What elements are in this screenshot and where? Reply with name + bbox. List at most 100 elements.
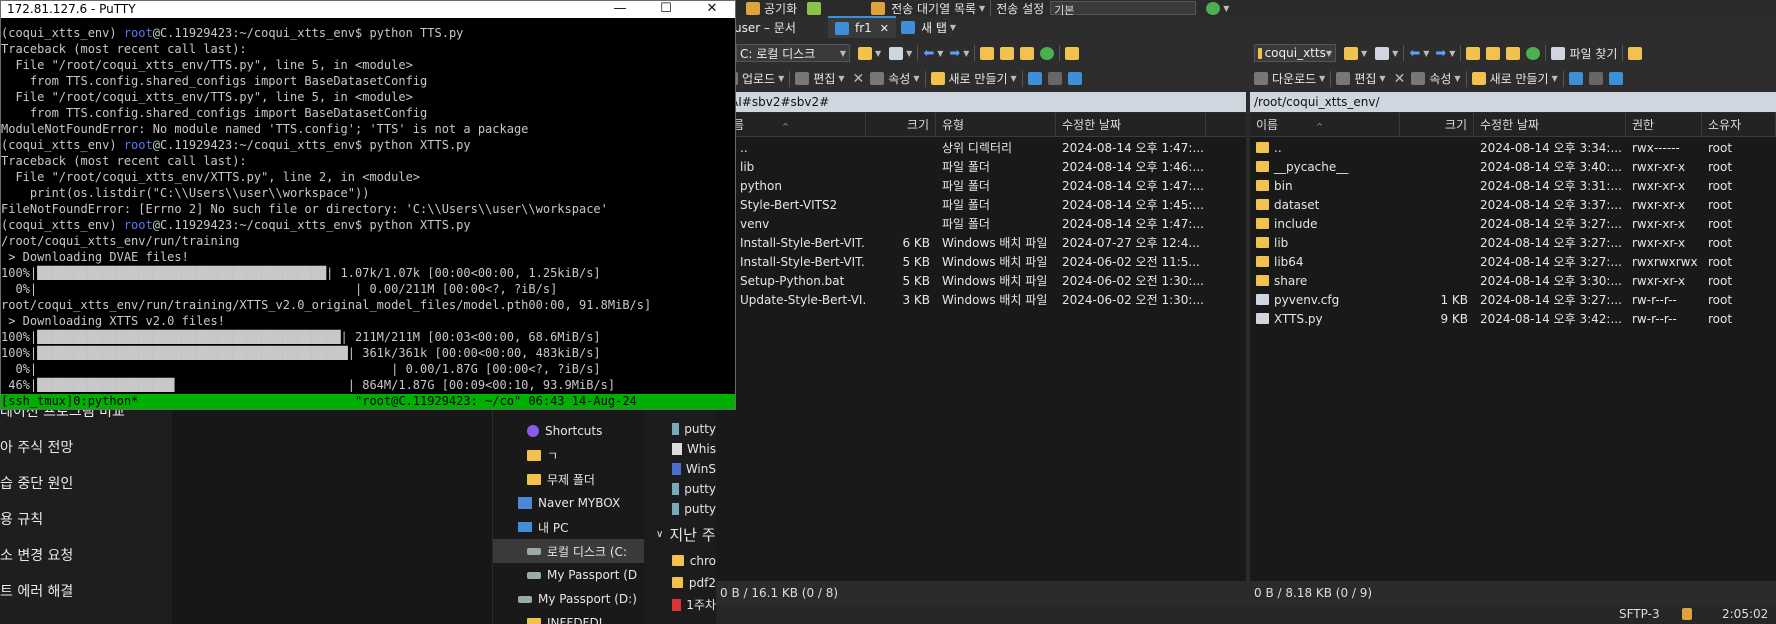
find-files-button[interactable]: 파일 찾기 (1569, 45, 1617, 62)
file-row[interactable]: .. 상위 디렉터리 2024-08-14 오후 1:47:... (716, 139, 1206, 158)
file-row[interactable]: python 파일 폴더 2024-08-14 오후 1:47:... (716, 177, 1206, 196)
new-button[interactable]: 새로 만들기 (949, 70, 1008, 87)
minus-icon[interactable] (1588, 72, 1603, 85)
chat-item[interactable]: 용 규칙 (0, 509, 43, 529)
tree-item-folder[interactable]: 무제 폴더 (493, 467, 645, 491)
delete-icon[interactable]: ✕ (853, 71, 865, 87)
file-item[interactable]: 1주차 (644, 595, 716, 614)
chat-item[interactable]: 소 변경 요청 (0, 545, 73, 565)
close-button[interactable]: ✕ (689, 1, 735, 18)
close-icon[interactable]: ✕ (880, 22, 889, 35)
file-row[interactable]: Install-Style-Bert-VIT... 5 KB Windows 배치 … (716, 253, 1206, 272)
file-row[interactable]: Update-Style-Bert-VI... 3 KB Windows 배치 파일… (716, 291, 1206, 310)
queue-icon[interactable] (871, 1, 886, 15)
local-path-bar[interactable]: #AI#sbv2#sbv2# (716, 92, 1246, 112)
group-header[interactable]: ∨ 지난 주 (644, 522, 716, 546)
root-dir-icon[interactable] (1486, 46, 1501, 60)
download-icon[interactable] (1254, 72, 1268, 85)
globe-icon[interactable] (1206, 1, 1221, 15)
sync-browse-icon[interactable] (1065, 46, 1080, 60)
tree-item-this-pc[interactable]: 내 PC (493, 515, 645, 539)
transfer-settings-select[interactable]: 기본 (1050, 1, 1197, 16)
column-owner[interactable]: 소유자 (1702, 113, 1776, 137)
file-row[interactable]: Setup-Python.bat 5 KB Windows 배치 파일 2024-06… (716, 272, 1206, 291)
file-row[interactable]: pyvenv.cfg 1 KB 2024-08-14 오후 3:27:... rw-r… (1250, 291, 1776, 310)
download-button[interactable]: 다운로드 (1272, 70, 1316, 87)
remote-dir-select[interactable]: coqui_xtts ▼ (1254, 44, 1336, 62)
file-row[interactable]: Style-Bert-VITS2 파일 폴더 2024-08-14 오후 1:45:… (716, 196, 1206, 215)
back-icon[interactable]: ⬅ (1409, 46, 1420, 61)
properties-icon[interactable] (1411, 72, 1426, 85)
check-icon[interactable] (1608, 72, 1623, 85)
properties-button[interactable]: 속성 (888, 70, 910, 87)
file-row[interactable]: bin 2024-08-14 오후 3:31:... rwxr-xr-x root (1250, 177, 1776, 196)
file-item[interactable]: putty (644, 499, 716, 518)
column-size[interactable]: 크기 (1400, 113, 1474, 137)
open-folder-icon[interactable] (1344, 46, 1358, 60)
column-modified[interactable]: 수정한 날짜 (1474, 113, 1626, 137)
add-icon[interactable] (1568, 72, 1583, 85)
sync-label[interactable]: 공기화 (764, 0, 797, 16)
parent-dir-icon[interactable] (980, 46, 995, 60)
tab-fr1[interactable]: fr1 ✕ (828, 16, 897, 38)
filter-icon[interactable] (889, 46, 904, 60)
file-row[interactable]: include 2024-08-14 오후 3:27:... rwxr-xr-x ro… (1250, 215, 1776, 234)
file-item[interactable]: putty (644, 479, 716, 498)
chat-item[interactable]: 아 주식 전망 (0, 437, 73, 457)
file-row[interactable]: .. 2024-08-14 오후 3:34:... rwx------ root (1250, 139, 1776, 158)
file-row[interactable]: __pycache__ 2024-08-14 오후 3:40:... rwxr-xr… (1250, 158, 1776, 177)
add-icon[interactable] (1027, 72, 1042, 85)
local-drive-select[interactable]: C: 로컬 디스크 ▼ (736, 44, 850, 62)
file-item[interactable]: putty (644, 419, 716, 438)
tree-item-shortcuts[interactable]: Shortcuts (493, 419, 645, 443)
transfer-queue-label[interactable]: 전송 대기열 목록 (891, 0, 976, 16)
maximize-button[interactable]: ☐ (643, 1, 689, 18)
delete-icon[interactable]: ✕ (1394, 71, 1406, 87)
chat-item[interactable]: 습 중단 원인 (0, 473, 73, 493)
file-row[interactable]: lib 2024-08-14 오후 3:27:... rwxr-xr-x root (1250, 234, 1776, 253)
tree-item-local-disk[interactable]: 로컬 디스크 (C: (493, 539, 645, 563)
edit-icon[interactable] (1336, 72, 1351, 85)
tree-item-folder[interactable]: ㄱ (493, 443, 645, 467)
tab-new[interactable]: 새 탭 ▼ (894, 16, 963, 38)
edit-icon[interactable] (795, 72, 810, 85)
tree-item-folder[interactable]: INFFDFDI (493, 611, 645, 624)
terminal-output[interactable]: (coqui_xtts_env) root@C.11929423:~/coqui… (1, 25, 723, 395)
open-folder-icon[interactable] (858, 46, 872, 60)
file-item[interactable]: Whis (644, 439, 716, 458)
file-row[interactable]: XTTS.py 9 KB 2024-08-14 오후 3:42:... rw-r--r… (1250, 310, 1776, 329)
filter-icon[interactable] (1375, 46, 1390, 60)
refresh-icon[interactable] (1526, 46, 1541, 60)
minus-icon[interactable] (1047, 72, 1062, 85)
column-size[interactable]: 크기 (866, 113, 936, 137)
properties-button[interactable]: 속성 (1429, 70, 1451, 87)
refresh-icon[interactable] (1040, 46, 1055, 60)
edit-button[interactable]: 편집 (1354, 70, 1376, 87)
edit-button[interactable]: 편집 (813, 70, 835, 87)
column-type[interactable]: 유형 (936, 113, 1056, 137)
new-folder-icon[interactable] (1471, 72, 1486, 85)
column-permissions[interactable]: 권한 (1626, 113, 1702, 137)
find-files-icon[interactable] (1551, 46, 1566, 60)
upload-button[interactable]: 업로드 (742, 70, 775, 87)
file-row[interactable]: Install-Style-Bert-VIT... 6 KB Windows 배치 … (716, 234, 1206, 253)
chat-item[interactable]: 트 에러 해결 (0, 581, 73, 601)
minimize-button[interactable]: — (597, 1, 643, 18)
new-button[interactable]: 새로 만들기 (1490, 70, 1549, 87)
column-modified[interactable]: 수정한 날짜 (1056, 113, 1206, 137)
parent-dir-icon[interactable] (1466, 46, 1481, 60)
file-row[interactable]: lib 파일 폴더 2024-08-14 오후 1:46:... (716, 158, 1206, 177)
properties-icon[interactable] (870, 72, 885, 85)
back-icon[interactable]: ⬅ (923, 46, 934, 61)
terminal-scrollbar[interactable] (723, 18, 735, 393)
remote-path-bar[interactable]: /root/coqui_xtts_env/ (1250, 92, 1776, 112)
column-name[interactable]: 이름 ^ (1250, 113, 1400, 137)
sync-icon[interactable] (746, 1, 760, 15)
tree-item-passport-d[interactable]: My Passport (D:) (493, 587, 645, 611)
tree-item-naver-mybox[interactable]: Naver MYBOX (493, 491, 645, 515)
file-item[interactable]: WinS (644, 459, 716, 478)
check-icon[interactable] (1067, 72, 1082, 85)
forward-icon[interactable]: ➡ (1435, 46, 1446, 61)
home-icon[interactable] (1506, 46, 1521, 60)
home-icon[interactable] (1020, 46, 1035, 60)
